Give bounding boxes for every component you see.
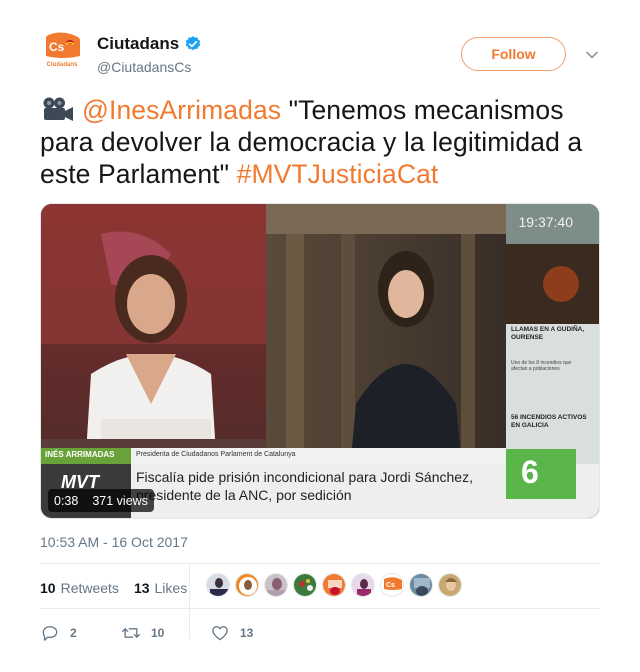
chevron-down-icon[interactable] [585,48,599,62]
heart-icon [212,626,228,641]
divider-top [40,563,600,564]
reply-action[interactable]: 2 [40,623,121,643]
tweet-timestamp[interactable]: 10:53 AM - 16 Oct 2017 [40,534,188,550]
sidebar-headline-2: 56 INCENDIOS ACTIVOS EN GALICIA [511,414,587,429]
divider-bottom [40,608,600,609]
sidebar-headline-1: LLAMAS EN A GUDIÑA, OURENSE [511,326,585,341]
retweets-count: 10 [40,580,56,596]
retweets-label: Retweets [60,580,119,596]
hashtag-link[interactable]: #MVTJusticiaCat [237,159,439,189]
svg-text:Ciudadans: Ciudadans [47,62,78,68]
lower-third-role: Presidenta de Ciudadanos Parlament de Ca… [136,451,296,458]
headline-line-2: presidente de la ANC, por sedición [136,487,352,503]
display-name[interactable]: Ciutadans [97,34,179,54]
video-views: 371 views [92,493,148,508]
tweet-header: Cs Ciudadans Ciutadans @CiutadansCs Foll… [40,30,600,86]
liker-avatar[interactable] [409,573,433,597]
account-name-block[interactable]: Ciutadans @CiutadansCs [97,34,202,75]
follow-button[interactable]: Follow [461,37,566,71]
video-clock: 19:37:40 [518,214,574,230]
video-player[interactable]: 19:37:40 LLAMAS EN A GUDIÑA, OURENSE Uno… [40,203,600,519]
lower-third-name: INÉS ARRIMADAS [45,450,115,459]
like-action[interactable]: 13 [210,623,290,643]
verified-badge-icon [185,36,201,51]
liker-avatars: Cs [201,573,462,597]
reply-icon [42,626,58,641]
video-duration-badge: 0:38 371 views [48,489,154,512]
liker-avatar[interactable] [206,573,230,597]
svg-text:Cs: Cs [386,582,395,589]
tweet-card: Cs Ciudadans Ciutadans @CiutadansCs Foll… [40,30,600,641]
mention-link[interactable]: @InesArrimadas [82,95,281,125]
liker-avatar[interactable] [351,573,375,597]
account-avatar[interactable]: Cs Ciudadans [40,30,84,74]
video-camera-emoji-icon [43,97,73,121]
liker-avatar[interactable] [264,573,288,597]
channel-logo: 6 [521,454,539,490]
video-duration: 0:38 [54,493,79,508]
headline-line-1: Fiscalía pide prisión incondicional para… [136,469,473,485]
likes-count: 13 [133,580,150,596]
liker-avatar[interactable]: Cs [380,573,404,597]
retweet-count: 10 [151,626,165,640]
liker-avatar[interactable] [293,573,317,597]
account-handle[interactable]: @CiutadansCs [97,59,202,75]
liker-avatar[interactable] [235,573,259,597]
retweets-stat[interactable]: 10 Retweets [40,580,119,596]
ciudadanos-logo-icon: Cs Ciudadans [40,30,84,74]
like-count: 13 [240,626,254,640]
svg-text:Cs: Cs [49,40,65,54]
tweet-actions: 2 10 13 [40,618,290,648]
tweet-text: @InesArrimadas "Tenemos mecanismos para … [40,94,600,190]
sidebar-body: Uno de los 8 incendios que afectan a pob… [511,360,572,372]
liker-avatar[interactable] [322,573,346,597]
reply-count: 2 [70,626,77,640]
retweet-action[interactable]: 10 [121,623,210,643]
likes-stat[interactable]: 13 Likes [134,580,187,596]
liker-avatar[interactable] [438,573,462,597]
retweet-icon [122,628,140,638]
likes-label: Likes [154,580,188,596]
